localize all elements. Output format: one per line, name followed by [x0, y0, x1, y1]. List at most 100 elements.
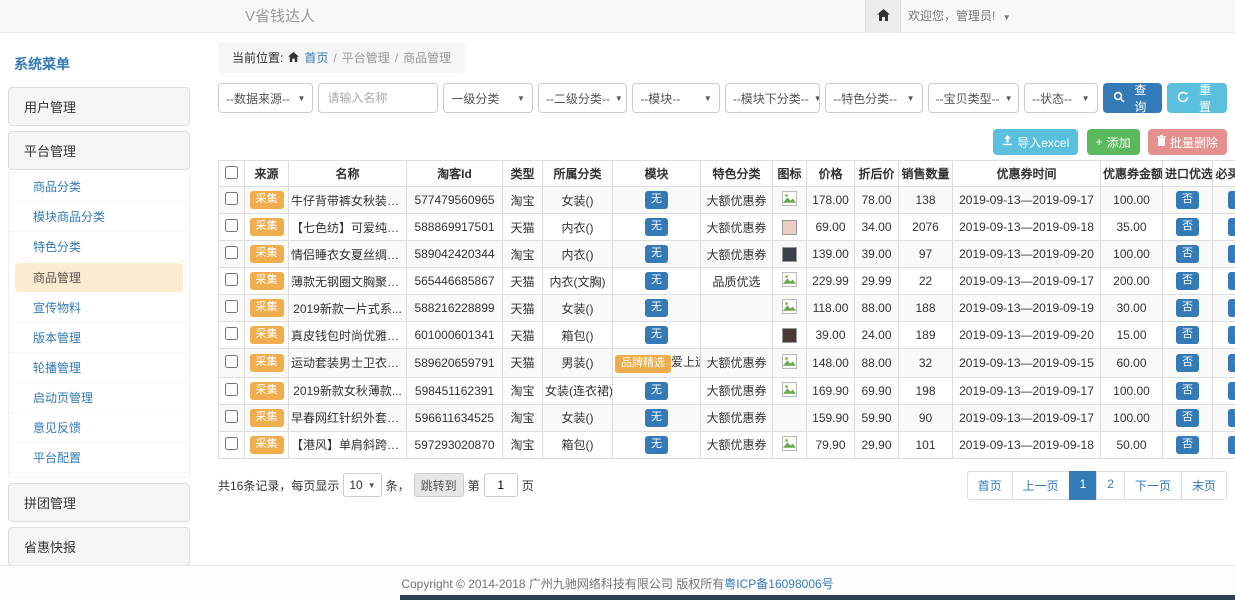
coupon-time: 2019-09-13—2019-09-19 [953, 295, 1101, 322]
table-row: 采集【港风】单肩斜跨链条...597293020870淘宝箱包()无大额优惠券7… [219, 431, 1235, 458]
reset-button[interactable]: 重置 [1167, 83, 1227, 113]
page-link[interactable]: 首页 [967, 471, 1013, 500]
sidebar-subitem[interactable]: 宣传物料 [9, 293, 189, 323]
module-text: 爱上运动 [671, 355, 701, 369]
coupon-amount: 60.00 [1101, 349, 1163, 378]
row-checkbox[interactable] [225, 410, 238, 423]
import-select-badge[interactable]: 否 [1176, 382, 1199, 400]
sidebar-panel[interactable]: 用户管理 [8, 87, 190, 126]
must-buy-badge[interactable]: 否 [1228, 272, 1235, 290]
page-link[interactable]: 1 [1069, 471, 1098, 500]
sidebar-subitem[interactable]: 模块商品分类 [9, 202, 189, 232]
import-select-badge[interactable]: 否 [1176, 245, 1199, 263]
sidebar-panel[interactable]: 省惠快报 [8, 527, 190, 566]
feature-category [701, 295, 773, 322]
reset-button-label: 重置 [1193, 81, 1217, 115]
per-page-select[interactable]: 10▼ [343, 473, 381, 497]
sidebar-subitem[interactable]: 启动页管理 [9, 383, 189, 413]
row-checkbox[interactable] [225, 246, 238, 259]
must-buy-badge[interactable]: 否 [1228, 191, 1235, 209]
import-select-badge[interactable]: 否 [1176, 272, 1199, 290]
feature-category: 大额优惠券 [701, 431, 773, 458]
must-buy-badge[interactable]: 否 [1228, 436, 1235, 454]
broken-image-icon [782, 440, 797, 454]
row-checkbox[interactable] [225, 300, 238, 313]
sidebar-subitem[interactable]: 商品分类 [9, 172, 189, 202]
coupon-time: 2019-09-13—2019-09-17 [953, 404, 1101, 431]
import-select-badge[interactable]: 否 [1176, 299, 1199, 317]
sidebar-subitem[interactable]: 特色分类 [9, 232, 189, 262]
row-select-cell [219, 214, 245, 241]
row-select-cell [219, 431, 245, 458]
table-row: 采集薄款无钢圈文胸聚拢性...565446685867天猫内衣(文胸)无品质优选… [219, 268, 1235, 295]
must-buy-badge[interactable]: 否 [1228, 245, 1235, 263]
row-checkbox[interactable] [225, 355, 238, 368]
sidebar-submenu: 商品分类模块商品分类特色分类商品管理宣传物料版本管理轮播管理启动页管理意见反馈平… [8, 170, 190, 478]
module-sub-select[interactable]: --模块下分类--▼ [725, 83, 820, 113]
sidebar-title: 系统菜单 [8, 42, 190, 82]
per-page-unit: 条， [386, 477, 410, 494]
search-button[interactable]: 查询 [1103, 83, 1163, 113]
icp-link[interactable]: 粤ICP备16098006号 [724, 575, 833, 592]
chevron-down-icon: ▼ [297, 94, 305, 103]
row-checkbox[interactable] [225, 219, 238, 232]
must-buy-badge[interactable]: 否 [1228, 299, 1235, 317]
sidebar-subitem[interactable]: 商品管理 [15, 263, 183, 292]
category2-select[interactable]: --二级分类--▼ [538, 83, 627, 113]
sidebar-subitem[interactable]: 意见反馈 [9, 413, 189, 443]
feature-select[interactable]: --特色分类--▼ [825, 83, 922, 113]
must-buy-badge[interactable]: 否 [1228, 218, 1235, 236]
feature-category: 大额优惠券 [701, 241, 773, 268]
user-menu[interactable]: 欢迎您，管理员! ▼ [908, 0, 1011, 34]
must-buy-badge[interactable]: 否 [1228, 326, 1235, 344]
price: 39.00 [807, 322, 855, 349]
chevron-down-icon: ▼ [814, 94, 820, 103]
sidebar-subitem[interactable]: 平台配置 [9, 443, 189, 473]
import-select-badge[interactable]: 否 [1176, 218, 1199, 236]
must-buy-badge[interactable]: 否 [1228, 382, 1235, 400]
home-button[interactable] [865, 0, 901, 33]
table-header-row: 来源名称淘客Id类型所属分类模块特色分类图标价格折后价销售数量优惠券时间优惠券金… [219, 161, 1235, 187]
row-checkbox[interactable] [225, 327, 238, 340]
module-select[interactable]: --模块--▼ [632, 83, 719, 113]
status-select[interactable]: --状态--▼ [1024, 83, 1098, 113]
must-buy-badge[interactable]: 否 [1228, 409, 1235, 427]
import-select-badge[interactable]: 否 [1176, 354, 1199, 372]
import-select-badge[interactable]: 否 [1176, 326, 1199, 344]
product-name: 薄款无钢圈文胸聚拢性... [289, 268, 407, 295]
batch-delete-button[interactable]: 批量删除 [1148, 129, 1227, 155]
coupon-amount: 200.00 [1101, 268, 1163, 295]
page-link[interactable]: 2 [1096, 471, 1125, 500]
sidebar-subitem[interactable]: 轮播管理 [9, 353, 189, 383]
icon-cell [773, 268, 807, 295]
jump-suffix: 页 [522, 477, 534, 494]
broken-image-icon [782, 386, 797, 400]
sidebar-subitem[interactable]: 版本管理 [9, 323, 189, 353]
data-source-select[interactable]: --数据来源--▼ [218, 83, 313, 113]
import-select-badge[interactable]: 否 [1176, 436, 1199, 454]
breadcrumb-home-link[interactable]: 首页 [304, 49, 328, 66]
jump-button[interactable]: 跳转到 [414, 473, 464, 497]
must-buy-badge[interactable]: 否 [1228, 354, 1235, 372]
import-select-badge[interactable]: 否 [1176, 409, 1199, 427]
import-select-badge[interactable]: 否 [1176, 191, 1199, 209]
row-checkbox[interactable] [225, 437, 238, 450]
sidebar-panel[interactable]: 平台管理 [8, 131, 190, 170]
add-button[interactable]: + 添加 [1087, 129, 1140, 155]
category1-select[interactable]: 一级分类▼ [443, 83, 532, 113]
import-excel-button[interactable]: 导入excel [993, 129, 1078, 155]
trash-icon [1157, 135, 1166, 149]
row-checkbox[interactable] [225, 192, 238, 205]
page-number-input[interactable] [484, 473, 518, 497]
page-link[interactable]: 下一页 [1124, 471, 1182, 500]
chevron-down-icon: ▼ [907, 94, 915, 103]
row-checkbox[interactable] [225, 383, 238, 396]
select-all-checkbox[interactable] [225, 166, 238, 179]
icon-cell [773, 214, 807, 241]
page-link[interactable]: 末页 [1181, 471, 1227, 500]
name-search-input[interactable] [318, 83, 438, 113]
page-link[interactable]: 上一页 [1012, 471, 1070, 500]
item-type-select[interactable]: --宝贝类型--▼ [928, 83, 1019, 113]
row-checkbox[interactable] [225, 273, 238, 286]
sidebar-panel[interactable]: 拼团管理 [8, 483, 190, 522]
